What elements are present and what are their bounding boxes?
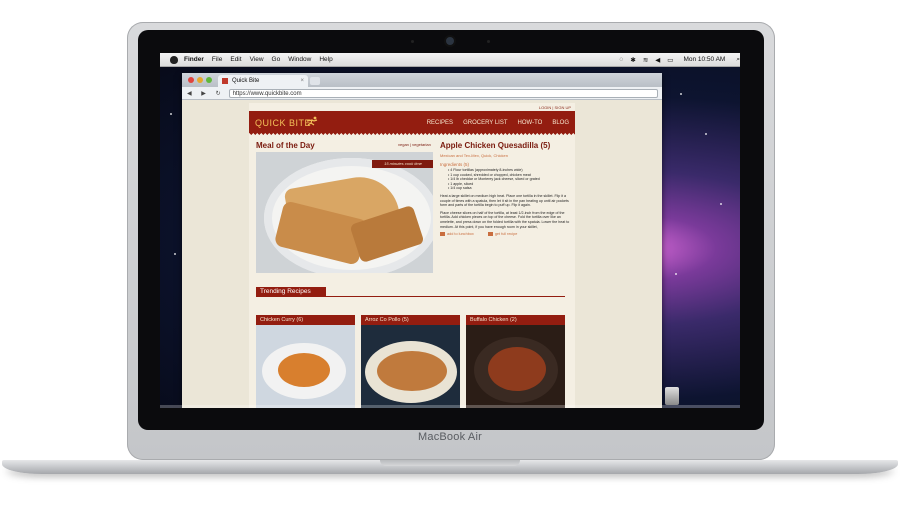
close-window-button[interactable] <box>188 77 194 83</box>
sensor-dot <box>411 40 414 43</box>
nav-grocery-list[interactable]: GROCERY LIST <box>463 120 507 126</box>
menu-view[interactable]: View <box>250 56 264 63</box>
menu-go[interactable]: Go <box>272 56 281 63</box>
site-header: QUICK BITE RECIPES GROCERY LIST HOW-TO B… <box>249 111 575 133</box>
menu-file[interactable]: File <box>212 56 222 63</box>
apple-icon[interactable] <box>170 55 178 64</box>
lunchbox-icon <box>440 232 445 237</box>
site-logo[interactable]: QUICK BITE <box>255 118 311 128</box>
nav-buttons[interactable]: ◀ ▶ ↻ <box>187 90 225 97</box>
card-title[interactable]: Chicken Curry (6) <box>256 315 355 325</box>
recipe-icon <box>487 232 493 237</box>
status-area: ◌ ✱ ≋ ◀ ▭ Mon 10:50 AM ⌕ <box>613 56 741 64</box>
recipe-step: Heat a large skillet on medium high heat… <box>440 193 569 208</box>
search-icon[interactable]: ⌕ <box>736 56 740 64</box>
camera-icon <box>446 37 454 45</box>
trash-icon[interactable] <box>665 387 679 405</box>
dock <box>160 405 740 408</box>
diet-tags[interactable]: vegan | vegetarian <box>398 142 431 147</box>
desktop-screen: Finder File Edit View Go Window Help ◌ ✱… <box>160 53 740 408</box>
window-controls <box>188 77 212 83</box>
browser-tab[interactable]: Quick Bite × <box>218 75 308 87</box>
laptop-photo: Finder File Edit View Go Window Help ◌ ✱… <box>0 0 900 508</box>
trending-card[interactable]: Chicken Curry (6) <box>256 315 355 408</box>
nav-recipes[interactable]: RECIPES <box>427 120 453 126</box>
address-bar: ◀ ▶ ↻ https://www.quickbite.com <box>182 87 662 100</box>
quesadilla-photo[interactable]: 15 minutes cook time <box>256 152 433 273</box>
browser-window: Quick Bite × ◀ ▶ ↻ https://www.quickbite… <box>182 73 662 408</box>
nav-blog[interactable]: BLOG <box>552 120 569 126</box>
recipe-step: Place cheese slices on half of the torti… <box>440 210 570 229</box>
tab-bar: Quick Bite × <box>182 73 662 87</box>
card-title[interactable]: Buffalo Chicken (2) <box>466 315 565 325</box>
url-field[interactable]: https://www.quickbite.com <box>228 88 658 98</box>
sensor-dot <box>487 40 490 43</box>
card-title[interactable]: Arroz Co Pollo (5) <box>361 315 460 325</box>
menu-app-finder[interactable]: Finder <box>184 56 204 63</box>
trending-cards: Chicken Curry (6) Arroz Co Pollo (5) Buf… <box>256 315 565 408</box>
zoom-window-button[interactable] <box>206 77 212 83</box>
trending-card[interactable]: Buffalo Chicken (2) <box>466 315 565 408</box>
login-signup-link[interactable]: LOGIN | SIGN UP <box>539 105 571 110</box>
ingredients-heading: Ingredients (5) <box>440 162 470 167</box>
arroz-con-pollo-photo[interactable] <box>361 325 460 408</box>
menu-clock[interactable]: Mon 10:50 AM <box>683 56 725 63</box>
favicon-icon <box>222 78 228 84</box>
new-tab-button[interactable] <box>310 77 320 85</box>
web-page: LOGIN | SIGN UP QUICK BITE RECIPES GROCE… <box>182 100 662 408</box>
header-edge <box>249 133 575 137</box>
wifi-icon[interactable]: ≋ <box>643 56 648 64</box>
close-tab-icon[interactable]: × <box>300 78 304 84</box>
buffalo-chicken-photo[interactable] <box>466 325 565 408</box>
list-item: 1/4 cup salsa <box>448 186 570 191</box>
quickbite-site: LOGIN | SIGN UP QUICK BITE RECIPES GROCE… <box>249 103 575 408</box>
meal-of-the-day-title: Meal of the Day <box>256 141 315 150</box>
cook-time-ribbon: 15 minutes cook time <box>372 160 433 168</box>
get-full-recipe-link[interactable]: get full recipe <box>487 232 517 237</box>
runner-logo-icon <box>306 116 318 126</box>
recipe-categories: Mexican and Tex-Mex, Quick, Chicken <box>440 153 508 158</box>
lid-notch <box>380 460 520 466</box>
minimize-window-button[interactable] <box>197 77 203 83</box>
tab-title: Quick Bite <box>232 78 260 84</box>
nav-how-to[interactable]: HOW-TO <box>518 120 543 126</box>
menu-edit[interactable]: Edit <box>230 56 241 63</box>
divider <box>256 296 565 297</box>
volume-icon[interactable]: ◀ <box>655 56 660 64</box>
chicken-curry-photo[interactable] <box>256 325 355 408</box>
menu-window[interactable]: Window <box>288 56 311 63</box>
battery-icon[interactable]: ▭ <box>667 56 673 64</box>
trending-card[interactable]: Arroz Co Pollo (5) <box>361 315 460 408</box>
chat-icon[interactable]: ◌ <box>620 56 624 63</box>
recipe-title[interactable]: Apple Chicken Quesadilla (5) <box>440 141 570 150</box>
recipe-details: Apple Chicken Quesadilla (5) Mexican and… <box>440 141 570 237</box>
add-to-lunchbox-link[interactable]: add to lunchbox <box>440 232 474 237</box>
recipe-actions: add to lunchbox get full recipe <box>440 232 570 237</box>
menu-bar: Finder File Edit View Go Window Help ◌ ✱… <box>160 53 740 67</box>
site-nav: RECIPES GROCERY LIST HOW-TO BLOG <box>427 120 569 126</box>
ingredients-list: 4 Flour tortillas (approximately 8-inche… <box>440 168 570 191</box>
device-brand-label: MacBook Air <box>418 431 482 443</box>
bluetooth-icon[interactable]: ✱ <box>630 56 635 64</box>
menu-help[interactable]: Help <box>319 56 332 63</box>
